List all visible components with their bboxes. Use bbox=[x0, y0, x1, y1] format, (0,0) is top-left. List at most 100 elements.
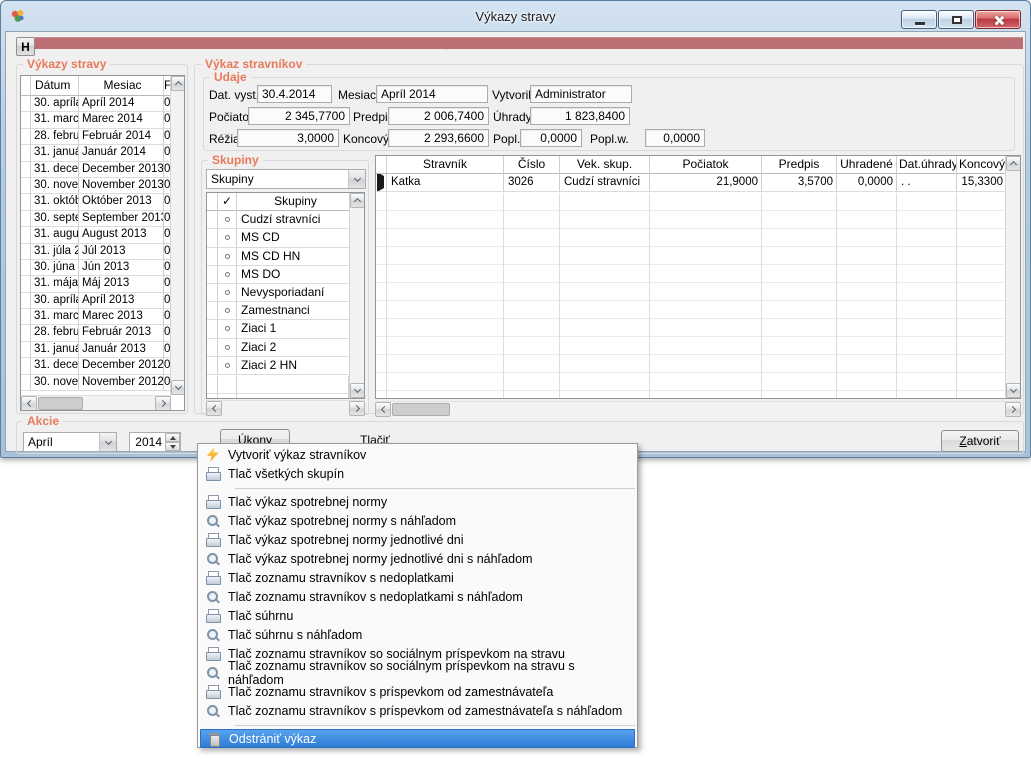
month-dropdown[interactable]: Apríl bbox=[23, 432, 117, 452]
column-header-predpis[interactable]: Predpis bbox=[762, 156, 837, 174]
menu-item[interactable]: Tlač výkaz spotrebnej normy s náhľadom bbox=[200, 511, 635, 530]
maximize-button[interactable] bbox=[938, 10, 974, 29]
column-header-uhradene[interactable]: Uhradené bbox=[837, 156, 897, 174]
scrollbar-thumb[interactable] bbox=[392, 403, 450, 416]
menu-item[interactable] bbox=[200, 720, 635, 729]
table-row[interactable]: 31. marca Marec 2013 0 bbox=[21, 309, 184, 325]
table-row[interactable]: 30. nover November 2012 0 bbox=[21, 375, 184, 391]
koncovy-field[interactable]: 2 293,6600 bbox=[388, 129, 489, 147]
list-item[interactable]: Ziaci 2 bbox=[207, 339, 364, 357]
list-item[interactable]: MS CD HN bbox=[207, 248, 364, 266]
menu-item[interactable]: Tlač zoznamu stravníkov so sociálnym prí… bbox=[200, 663, 635, 682]
vertical-scrollbar[interactable] bbox=[1005, 156, 1020, 398]
table-row[interactable]: 30. septe September 2013 0 bbox=[21, 211, 184, 227]
menu-item[interactable]: Vytvoriť výkaz stravníkov bbox=[200, 445, 635, 464]
list-item[interactable]: Ziaci 2 HN bbox=[207, 357, 364, 375]
column-header-mesiac[interactable]: Mesiac bbox=[79, 76, 164, 96]
scroll-left-button[interactable] bbox=[206, 401, 222, 416]
column-header-vek-skup[interactable]: Vek. skup. bbox=[560, 156, 650, 174]
check-column-header[interactable]: ✓ bbox=[218, 193, 237, 211]
dropdown-button[interactable] bbox=[99, 433, 116, 451]
table-row[interactable]: 31. januá Január 2013 0 bbox=[21, 342, 184, 358]
minimize-button[interactable] bbox=[901, 10, 937, 29]
uhrady-field[interactable]: 1 823,8400 bbox=[530, 107, 630, 125]
menu-item[interactable]: Tlač zoznamu stravníkov s nedoplatkami s… bbox=[200, 587, 635, 606]
list-item[interactable]: Nevysporiadaní bbox=[207, 284, 364, 302]
menu-item[interactable]: Tlač výkaz spotrebnej normy jednotlivé d… bbox=[200, 549, 635, 568]
list-item[interactable]: MS CD bbox=[207, 229, 364, 247]
vertical-scrollbar[interactable] bbox=[170, 76, 184, 395]
menu-item[interactable]: Tlač výkaz spotrebnej normy jednotlivé d… bbox=[200, 530, 635, 549]
rezia-field[interactable]: 3,0000 bbox=[237, 129, 339, 147]
scroll-up-button[interactable] bbox=[171, 76, 185, 91]
scroll-down-button[interactable] bbox=[350, 383, 365, 398]
mesiac-field[interactable]: Apríl 2014 bbox=[376, 85, 488, 103]
horizontal-scrollbar[interactable] bbox=[375, 401, 1021, 416]
table-row[interactable]: 30. nover November 2013 0 bbox=[21, 178, 184, 194]
predpis-field[interactable]: 2 006,7400 bbox=[388, 107, 489, 125]
table-row[interactable]: 30. apríla Apríl 2014 0 bbox=[21, 96, 184, 112]
table-row[interactable]: 31. júla 2 Júl 2013 0 bbox=[21, 244, 184, 260]
table-row[interactable]: 30. apríla Apríl 2013 0 bbox=[21, 293, 184, 309]
scroll-right-button[interactable] bbox=[349, 401, 365, 416]
menu-item[interactable]: Tlač všetkých skupín bbox=[200, 464, 635, 483]
spin-up-button[interactable] bbox=[165, 433, 180, 442]
table-row[interactable]: 31. augus August 2013 0 bbox=[21, 227, 184, 243]
table-row[interactable]: 28. febru Február 2014 0 bbox=[21, 129, 184, 145]
menu-item[interactable]: Tlač súhrnu s náhľadom bbox=[200, 625, 635, 644]
column-header-datum[interactable]: Dátum bbox=[31, 76, 79, 96]
scroll-left-button[interactable] bbox=[375, 402, 391, 417]
menu-item[interactable]: Tlač zoznamu stravníkov s nedoplatkami bbox=[200, 568, 635, 587]
pociatok-field[interactable]: 2 345,7700 bbox=[248, 107, 350, 125]
scroll-right-button[interactable] bbox=[1005, 402, 1021, 417]
table-row[interactable]: 31. marca Marec 2014 0 bbox=[21, 112, 184, 128]
popl-field[interactable]: 0,0000 bbox=[520, 129, 582, 147]
close-button[interactable] bbox=[975, 10, 1021, 29]
horizontal-scrollbar[interactable] bbox=[206, 400, 365, 415]
skupiny-column-header[interactable]: Skupiny bbox=[237, 193, 351, 211]
column-header-cislo[interactable]: Číslo bbox=[504, 156, 560, 174]
dropdown-button[interactable] bbox=[348, 170, 365, 188]
year-spinner[interactable]: 2014 bbox=[129, 432, 181, 452]
menu-item[interactable] bbox=[200, 483, 635, 492]
vytvoril-field[interactable]: Administrator bbox=[530, 85, 632, 103]
column-header-dat-uhrady[interactable]: Dat.úhrady bbox=[897, 156, 957, 174]
row-selector-cell bbox=[21, 325, 31, 341]
vertical-scrollbar[interactable] bbox=[349, 193, 364, 398]
titlebar[interactable]: Výkazy stravy bbox=[1, 1, 1030, 31]
scroll-right-button[interactable] bbox=[155, 396, 171, 411]
zatvorit-button[interactable]: Zatvoriť bbox=[941, 430, 1019, 452]
table-row[interactable]: 31. mája Máj 2013 0 bbox=[21, 276, 184, 292]
list-item[interactable]: MS DO bbox=[207, 266, 364, 284]
column-header-koncovy[interactable]: Koncový bbox=[957, 156, 1007, 174]
table-row[interactable]: 31. decer December 2012 0 bbox=[21, 358, 184, 374]
h-button[interactable]: H bbox=[16, 37, 35, 56]
menu-item[interactable]: Odstrániť výkaz bbox=[200, 729, 635, 748]
scroll-up-button[interactable] bbox=[350, 193, 365, 208]
list-item[interactable]: Zamestnanci bbox=[207, 302, 364, 320]
scroll-down-button[interactable] bbox=[1006, 383, 1021, 398]
spin-down-button[interactable] bbox=[165, 442, 180, 451]
popl-w-field[interactable]: 0,0000 bbox=[645, 129, 705, 147]
list-item[interactable]: Ziaci 1 bbox=[207, 320, 364, 338]
scroll-left-button[interactable] bbox=[21, 396, 37, 411]
table-row[interactable]: 31. októb Október 2013 0 bbox=[21, 194, 184, 210]
scrollbar-thumb[interactable] bbox=[38, 397, 83, 410]
scroll-up-button[interactable] bbox=[1006, 156, 1021, 171]
table-row[interactable]: Katka 3026 Cudzí stravníci 21,9000 3,570… bbox=[376, 174, 1020, 192]
horizontal-scrollbar[interactable] bbox=[21, 395, 171, 410]
menu-item[interactable]: Tlač výkaz spotrebnej normy bbox=[200, 492, 635, 511]
table-row[interactable]: 31. januá Január 2014 0 bbox=[21, 145, 184, 161]
list-item[interactable]: Cudzí stravníci bbox=[207, 211, 364, 229]
table-row[interactable]: 28. febru Február 2013 0 bbox=[21, 325, 184, 341]
column-header-pociatok[interactable]: Počiatok bbox=[650, 156, 762, 174]
scroll-down-button[interactable] bbox=[171, 380, 185, 395]
column-header-stravnik[interactable]: Stravník bbox=[387, 156, 504, 174]
dat-vyst-field[interactable]: 30.4.2014 bbox=[257, 85, 332, 103]
table-row[interactable]: 31. decer December 2013 0 bbox=[21, 162, 184, 178]
menu-item[interactable]: Tlač súhrnu bbox=[200, 606, 635, 625]
menu-item-label: Odstrániť výkaz bbox=[229, 732, 316, 746]
menu-item[interactable]: Tlač zoznamu stravníkov s príspevkom od … bbox=[200, 701, 635, 720]
skupiny-dropdown[interactable]: Skupiny bbox=[206, 169, 366, 189]
table-row[interactable]: 30. júna 2 Jún 2013 0 bbox=[21, 260, 184, 276]
